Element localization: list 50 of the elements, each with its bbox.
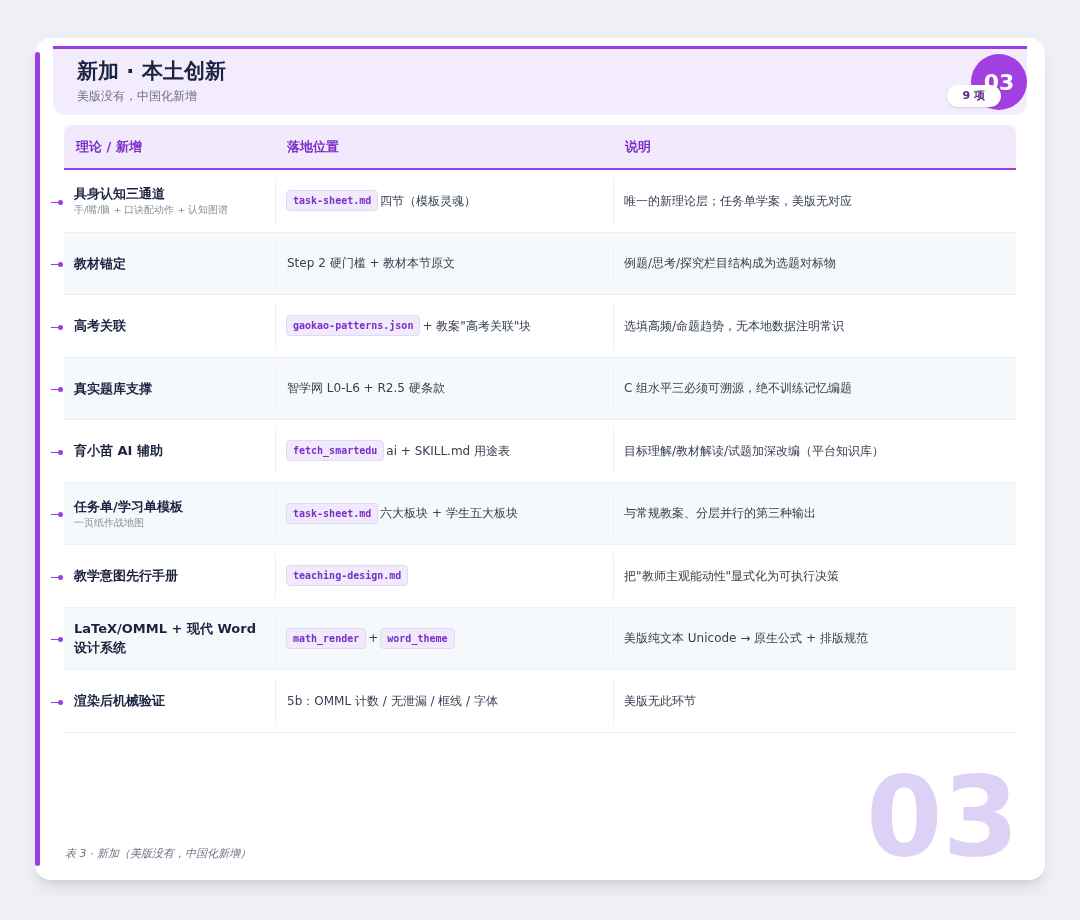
code-tag: task-sheet.md (286, 190, 379, 212)
row-marker-icon (51, 636, 63, 643)
column-header: 理论 / 新增 (74, 137, 143, 156)
row-note: 美版纯文本 Unicode → 原生公式 + 排版规范 (624, 630, 868, 648)
row-note: 选填高频/命题趋势，无本地数据注明常识 (624, 317, 845, 335)
table-caption: 表 3 · 新加（美版没有，中国化新增） (65, 845, 251, 862)
row-title: 教材锚定 (74, 254, 127, 273)
row-note: 目标理解/教材解读/试题加深改编（平台知识库） (624, 442, 885, 460)
row-note: 例题/思考/探究栏目结构成为选题对标物 (624, 255, 837, 273)
row-title: 渲染后机械验证 (74, 692, 166, 711)
column-header: 落地位置 (286, 137, 340, 156)
row-marker-icon (51, 449, 63, 455)
row-marker-icon (51, 574, 63, 580)
code-tag: word_theme (380, 627, 455, 649)
row-title: 教学意图先行手册 (74, 567, 179, 586)
row-title: 任务单/学习单模板 (74, 497, 184, 516)
location-text: ai + SKILL.md 用途表 (385, 442, 511, 460)
code-tag: math_render (286, 627, 367, 649)
code-tag: fetch_smartedu (286, 440, 385, 462)
row-marker-icon (51, 511, 63, 518)
column-header: 说明 (623, 137, 652, 156)
location-text: + 教案"高考关联"块 (421, 317, 533, 335)
row-marker-icon (51, 324, 63, 330)
location-text: 六大板块 + 学生五大板块 (379, 505, 519, 523)
row-marker-icon (51, 699, 63, 705)
row-subtitle: 一页纸作战地图 (74, 515, 145, 530)
location-text: 5b：OMML 计数 / 无泄漏 / 框线 / 字体 (286, 692, 499, 710)
location-text: Step 2 硬门槛 + 教材本节原文 (286, 255, 457, 273)
row-marker-icon (51, 199, 63, 205)
row-title: LaTeX/OMML + 现代 Word 设计系统 (74, 620, 257, 658)
code-tag: gaokao-patterns.json (286, 315, 421, 337)
location-text: 四节（模板灵魂） (379, 192, 478, 210)
code-tag: teaching-design.md (286, 565, 409, 587)
section-title: 新加 · 本土创新 (77, 58, 226, 85)
row-marker-icon (51, 261, 63, 268)
row-title: 具身认知三通道 (74, 185, 166, 204)
section-subtitle: 美版没有，中国化新增 (77, 88, 197, 105)
location-text: + (367, 630, 380, 648)
row-title: 高考关联 (74, 317, 127, 336)
row-note: 把"教师主观能动性"显式化为可执行决策 (624, 567, 840, 585)
row-title: 育小苗 AI 辅助 (74, 442, 164, 461)
code-tag: task-sheet.md (286, 502, 379, 524)
row-note: 美版无此环节 (624, 692, 696, 710)
location-text: 智学网 L0-L6 + R2.5 硬条款 (286, 380, 446, 398)
row-title: 真实题库支撑 (74, 379, 153, 398)
row-subtitle: 手/嘴/脑 + 口诀配动作 + 认知图谱 (74, 203, 230, 218)
row-note: 唯一的新理论层；任务单学案，美版无对应 (624, 192, 852, 210)
row-note: 与常规教案、分层并行的第三种输出 (624, 505, 816, 523)
row-marker-icon (51, 386, 63, 393)
row-note: C 组水平三必须可溯源，绝不训练记忆编题 (624, 380, 853, 398)
